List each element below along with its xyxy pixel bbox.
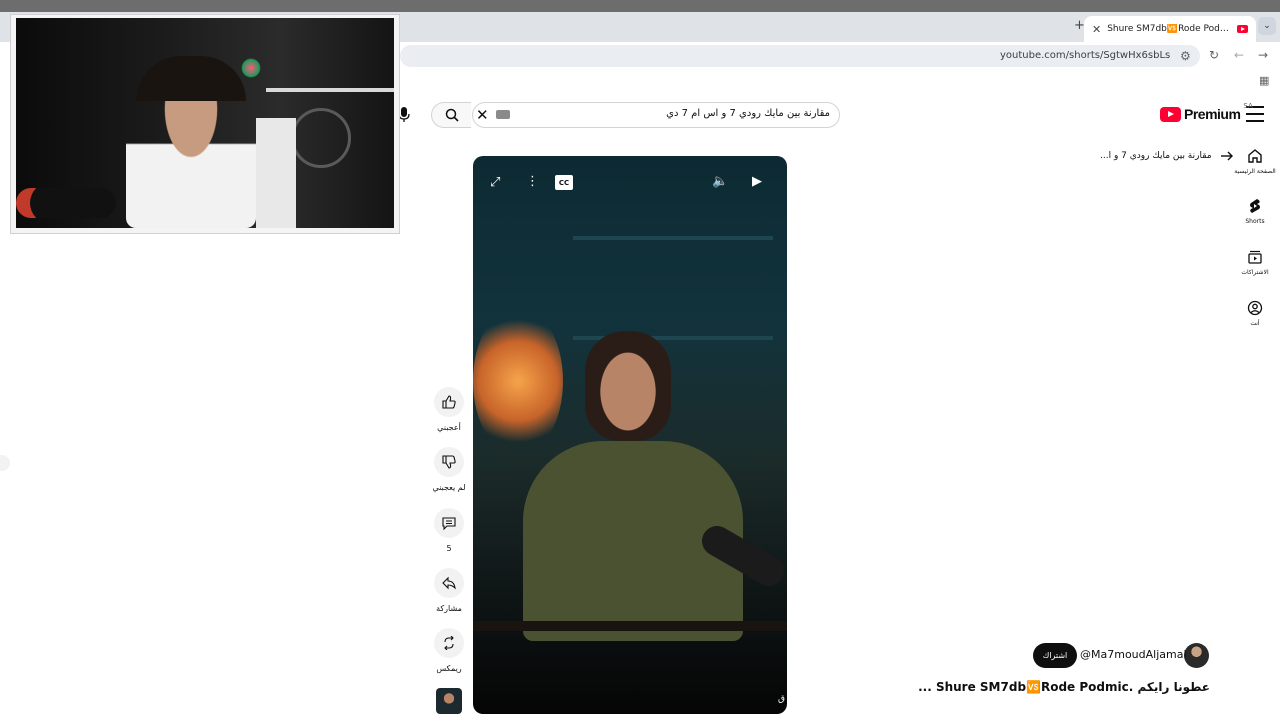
webcam-streamer-hair (136, 56, 246, 101)
share-icon (442, 576, 456, 590)
subscribe-button[interactable]: اشتراك (1033, 643, 1077, 668)
presenter-head (585, 331, 671, 441)
breadcrumb-text: مقارنة بين مايك رودي 7 و ا... (1100, 151, 1212, 161)
apps-grid-icon[interactable]: ▦ (1259, 74, 1269, 87)
shorts-icon (1250, 199, 1260, 213)
channel-name[interactable]: @Ma7moudAljamal (1080, 648, 1187, 661)
sound-thumbnail[interactable] (436, 688, 462, 714)
shorts-video-player[interactable]: ق (473, 156, 787, 714)
guide-item-you[interactable]: أنت (1232, 300, 1278, 327)
forward-icon[interactable]: → (1258, 48, 1268, 62)
browser-tab[interactable]: ✕ Shure SM7db🆚Rode Podmic. (1084, 16, 1256, 42)
video-watermark: ق (778, 694, 785, 704)
desk-edge (473, 621, 787, 631)
site-settings-icon[interactable]: ⚙ (1180, 49, 1191, 63)
youtube-premium-logo[interactable]: Premium SA (1160, 102, 1253, 122)
search-button[interactable] (431, 102, 471, 128)
search-query-text: مقارنة بين مايك رودي 7 و اس ام 7 دي (666, 108, 830, 119)
subscriptions-icon (1248, 250, 1262, 264)
lamp-light (473, 306, 563, 456)
webcam-feed (16, 18, 394, 228)
webcam-chair (256, 118, 296, 228)
guide-item-subscriptions[interactable]: الاشتراكات (1232, 249, 1278, 276)
like-label: أعجبني (437, 423, 461, 432)
webcam-shelf (266, 88, 394, 92)
logo-country-code: SA (1243, 102, 1253, 110)
remix-button[interactable]: ريمكس (430, 628, 468, 673)
youtube-logo-icon (1160, 106, 1181, 122)
video-title[interactable]: عطونا رايكم .Shure SM7db🆚Rode Podmic ... (918, 680, 1210, 694)
previous-short-icon[interactable] (0, 455, 10, 471)
back-icon[interactable]: ← (1234, 48, 1244, 62)
home-icon (1248, 149, 1262, 163)
remix-icon (444, 636, 454, 650)
tab-title: Shure SM7db🆚Rode Podmic. (1107, 24, 1231, 34)
you-icon (1247, 300, 1263, 316)
captions-button[interactable]: CC (555, 175, 573, 190)
guide-item-shorts[interactable]: Shorts (1232, 198, 1278, 225)
like-button[interactable]: أعجبني (430, 387, 468, 432)
breadcrumb[interactable]: مقارنة بين مايك رودي 7 و ا... (1100, 150, 1234, 162)
keyboard-icon[interactable] (496, 110, 510, 119)
volume-icon[interactable]: 🔈 (712, 174, 728, 189)
guide-item-label: الصفحة الرئيسية (1234, 168, 1276, 175)
search-icon (445, 108, 459, 122)
reload-icon[interactable]: ↻ (1209, 48, 1219, 62)
comments-count: 5 (446, 544, 452, 553)
guide-item-label: أنت (1250, 320, 1260, 327)
remix-label: ريمكس (436, 664, 462, 673)
guide-item-label: Shorts (1245, 218, 1265, 225)
thumbs-down-icon (442, 455, 456, 469)
clear-search-icon[interactable]: ✕ (476, 106, 489, 124)
share-label: مشاركة (436, 604, 462, 613)
tab-close-icon[interactable]: ✕ (1092, 23, 1101, 36)
guide-item-home[interactable]: الصفحة الرئيسية (1232, 148, 1278, 175)
url-text: youtube.com/shorts/SgtwHx6sbLs (1000, 50, 1171, 61)
fullscreen-icon[interactable]: ⤢ (490, 175, 500, 190)
background-shelf (573, 236, 773, 240)
webcam-microphone (16, 188, 116, 218)
share-button[interactable]: مشاركة (430, 568, 468, 613)
tab-search-dropdown[interactable]: ⌄ (1258, 17, 1276, 35)
dislike-button[interactable]: لم يعجبني (430, 447, 468, 492)
logo-brand-text: Premium (1184, 106, 1241, 122)
comments-button[interactable]: 5 (430, 508, 468, 553)
guide-item-label: الاشتراكات (1241, 269, 1269, 276)
channel-avatar[interactable] (1184, 643, 1209, 668)
thumbs-up-icon (442, 395, 456, 409)
window-top-strip (0, 0, 1280, 12)
play-icon[interactable]: ▶ (752, 174, 762, 189)
comment-icon (442, 517, 456, 530)
webcam-gaming-sign (291, 108, 351, 168)
more-options-icon[interactable]: ⋮ (526, 174, 539, 189)
dislike-label: لم يعجبني (432, 483, 466, 492)
arrow-right-icon (1220, 151, 1233, 161)
webcam-neon-light (241, 58, 261, 78)
youtube-favicon-icon (1237, 25, 1248, 33)
